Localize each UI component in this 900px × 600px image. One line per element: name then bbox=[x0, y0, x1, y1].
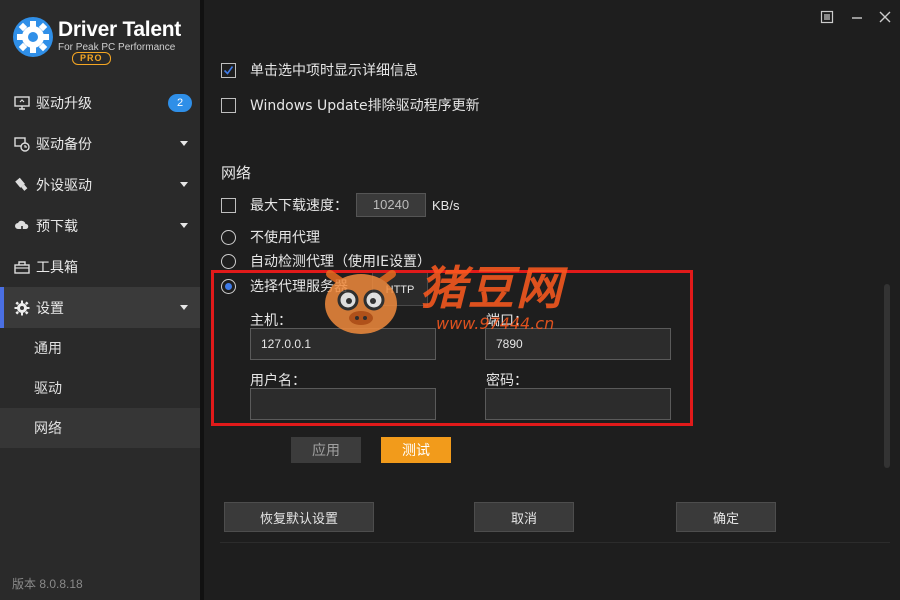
watermark-text: 猪豆网 bbox=[420, 261, 564, 315]
sidebar-item-driver-update[interactable]: 驱动升级 2 bbox=[0, 82, 200, 123]
show-details-checkbox[interactable] bbox=[221, 62, 236, 78]
windows-update-checkbox[interactable] bbox=[221, 97, 236, 113]
sidebar-item-label: 外设驱动 bbox=[36, 177, 92, 194]
proxy-option-label: 不使用代理 bbox=[250, 230, 320, 246]
backup-clock-icon bbox=[14, 136, 30, 152]
scrollbar[interactable] bbox=[884, 284, 890, 468]
test-button[interactable]: 测试 bbox=[381, 437, 451, 463]
app-logo: Driver Talent For Peak PC Performance PR… bbox=[12, 14, 192, 68]
update-count-badge: 2 bbox=[168, 94, 192, 112]
cancel-button[interactable]: 取消 bbox=[474, 502, 574, 532]
max-speed-input[interactable]: 10240 bbox=[356, 193, 426, 217]
sidebar-item-settings[interactable]: 设置 bbox=[0, 287, 200, 328]
chevron-down-icon bbox=[180, 141, 188, 146]
checkmark-icon bbox=[223, 65, 234, 75]
usb-icon bbox=[14, 177, 30, 193]
chevron-down-icon bbox=[180, 182, 188, 187]
menu-button[interactable] bbox=[818, 8, 836, 26]
watermark: 猪豆网 www.97444.cn bbox=[316, 252, 596, 362]
show-details-option[interactable]: 单击选中项时显示详细信息 bbox=[221, 60, 418, 80]
sidebar-item-label: 设置 bbox=[36, 300, 64, 317]
windows-update-label: Windows Update排除驱动程序更新 bbox=[250, 98, 480, 114]
windows-update-option[interactable]: Windows Update排除驱动程序更新 bbox=[221, 95, 480, 115]
sidebar-item-pre-download[interactable]: 预下载 bbox=[0, 205, 200, 246]
sidebar-item-label: 工具箱 bbox=[36, 259, 78, 276]
proxy-none-radio[interactable] bbox=[221, 229, 236, 245]
sidebar-subitem-network[interactable]: 网络 bbox=[0, 408, 200, 448]
chevron-down-icon bbox=[180, 305, 188, 310]
proxy-option-none[interactable]: 不使用代理 bbox=[221, 227, 320, 247]
menu-icon bbox=[820, 10, 834, 24]
close-button[interactable] bbox=[876, 8, 894, 26]
version-label: 版本 8.0.8.18 bbox=[12, 577, 83, 591]
restore-defaults-button[interactable]: 恢复默认设置 bbox=[224, 502, 374, 532]
close-icon bbox=[879, 11, 891, 23]
gear-icon bbox=[14, 300, 30, 316]
sidebar-subitem-drivers[interactable]: 驱动 bbox=[0, 368, 200, 408]
chevron-down-icon bbox=[180, 223, 188, 228]
cloud-download-icon bbox=[14, 218, 30, 234]
proxy-auto-radio[interactable] bbox=[221, 253, 236, 269]
apply-button[interactable]: 应用 bbox=[291, 437, 361, 463]
minimize-button[interactable] bbox=[848, 8, 866, 26]
sidebar-item-toolbox[interactable]: 工具箱 bbox=[0, 246, 200, 287]
sidebar-item-label: 驱动升级 bbox=[36, 95, 92, 112]
sidebar-subitem-general[interactable]: 通用 bbox=[0, 328, 200, 368]
max-speed-unit: KB/s bbox=[432, 197, 460, 213]
sidebar-item-label: 预下载 bbox=[36, 218, 78, 235]
pig-logo-icon bbox=[325, 270, 397, 334]
toolbox-icon bbox=[14, 259, 30, 275]
footer-divider bbox=[220, 542, 890, 543]
show-details-label: 单击选中项时显示详细信息 bbox=[250, 63, 418, 79]
minimize-icon bbox=[852, 17, 862, 19]
sidebar-nav: 驱动升级 2 驱动备份 外设驱动 预下载 工具箱 设置 通用 驱动 网络 bbox=[0, 82, 200, 448]
sidebar-item-peripheral-drivers[interactable]: 外设驱动 bbox=[0, 164, 200, 205]
settings-panel: 单击选中项时显示详细信息 Windows Update排除驱动程序更新 网络 最… bbox=[200, 0, 900, 600]
sidebar-item-label: 驱动备份 bbox=[36, 136, 92, 153]
watermark-url: www.97444.cn bbox=[436, 314, 555, 333]
sidebar: Driver Talent For Peak PC Performance PR… bbox=[0, 0, 200, 600]
max-speed-option[interactable]: 最大下载速度： 10240 KB/s bbox=[221, 193, 459, 217]
max-speed-label: 最大下载速度： bbox=[250, 198, 348, 214]
brand-name: Driver Talent bbox=[58, 18, 181, 41]
edition-badge: PRO bbox=[72, 52, 111, 65]
monitor-icon bbox=[14, 95, 30, 111]
ok-button[interactable]: 确定 bbox=[676, 502, 776, 532]
gear-logo-icon bbox=[13, 17, 53, 57]
max-speed-checkbox[interactable] bbox=[221, 197, 236, 213]
network-section-title: 网络 bbox=[221, 164, 252, 182]
sidebar-item-driver-backup[interactable]: 驱动备份 bbox=[0, 123, 200, 164]
